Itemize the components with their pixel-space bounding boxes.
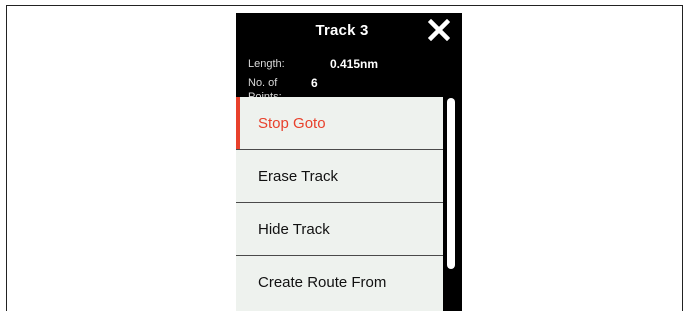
close-icon[interactable] <box>427 18 451 42</box>
menu-item-label: Stop Goto <box>258 114 326 132</box>
menu-item-hide-track[interactable]: Hide Track <box>236 203 443 256</box>
panel-title: Track 3 <box>315 22 369 39</box>
points-row: No. of Points: 6 <box>248 76 318 103</box>
track-context-panel: Track 3 Length: 0.415nm No. of Points: 6… <box>236 13 462 311</box>
track-options-menu: Stop Goto Erase Track Hide Track Create … <box>236 97 443 311</box>
length-row: Length: 0.415nm <box>248 57 378 71</box>
points-value: 6 <box>311 76 318 90</box>
panel-header: Track 3 Length: 0.415nm No. of Points: 6 <box>236 13 462 103</box>
menu-item-create-route-from[interactable]: Create Route From <box>236 256 443 309</box>
length-value: 0.415nm <box>330 57 379 71</box>
menu-item-stop-goto[interactable]: Stop Goto <box>236 97 443 150</box>
menu-item-label: Erase Track <box>258 167 339 185</box>
menu-scrollbar[interactable] <box>447 98 455 269</box>
points-label: No. of Points: <box>248 77 282 103</box>
menu-item-label: Create Route From <box>258 274 387 291</box>
length-label: Length: <box>248 58 285 70</box>
menu-item-label: Hide Track <box>258 220 330 238</box>
menu-item-erase-track[interactable]: Erase Track <box>236 150 443 203</box>
